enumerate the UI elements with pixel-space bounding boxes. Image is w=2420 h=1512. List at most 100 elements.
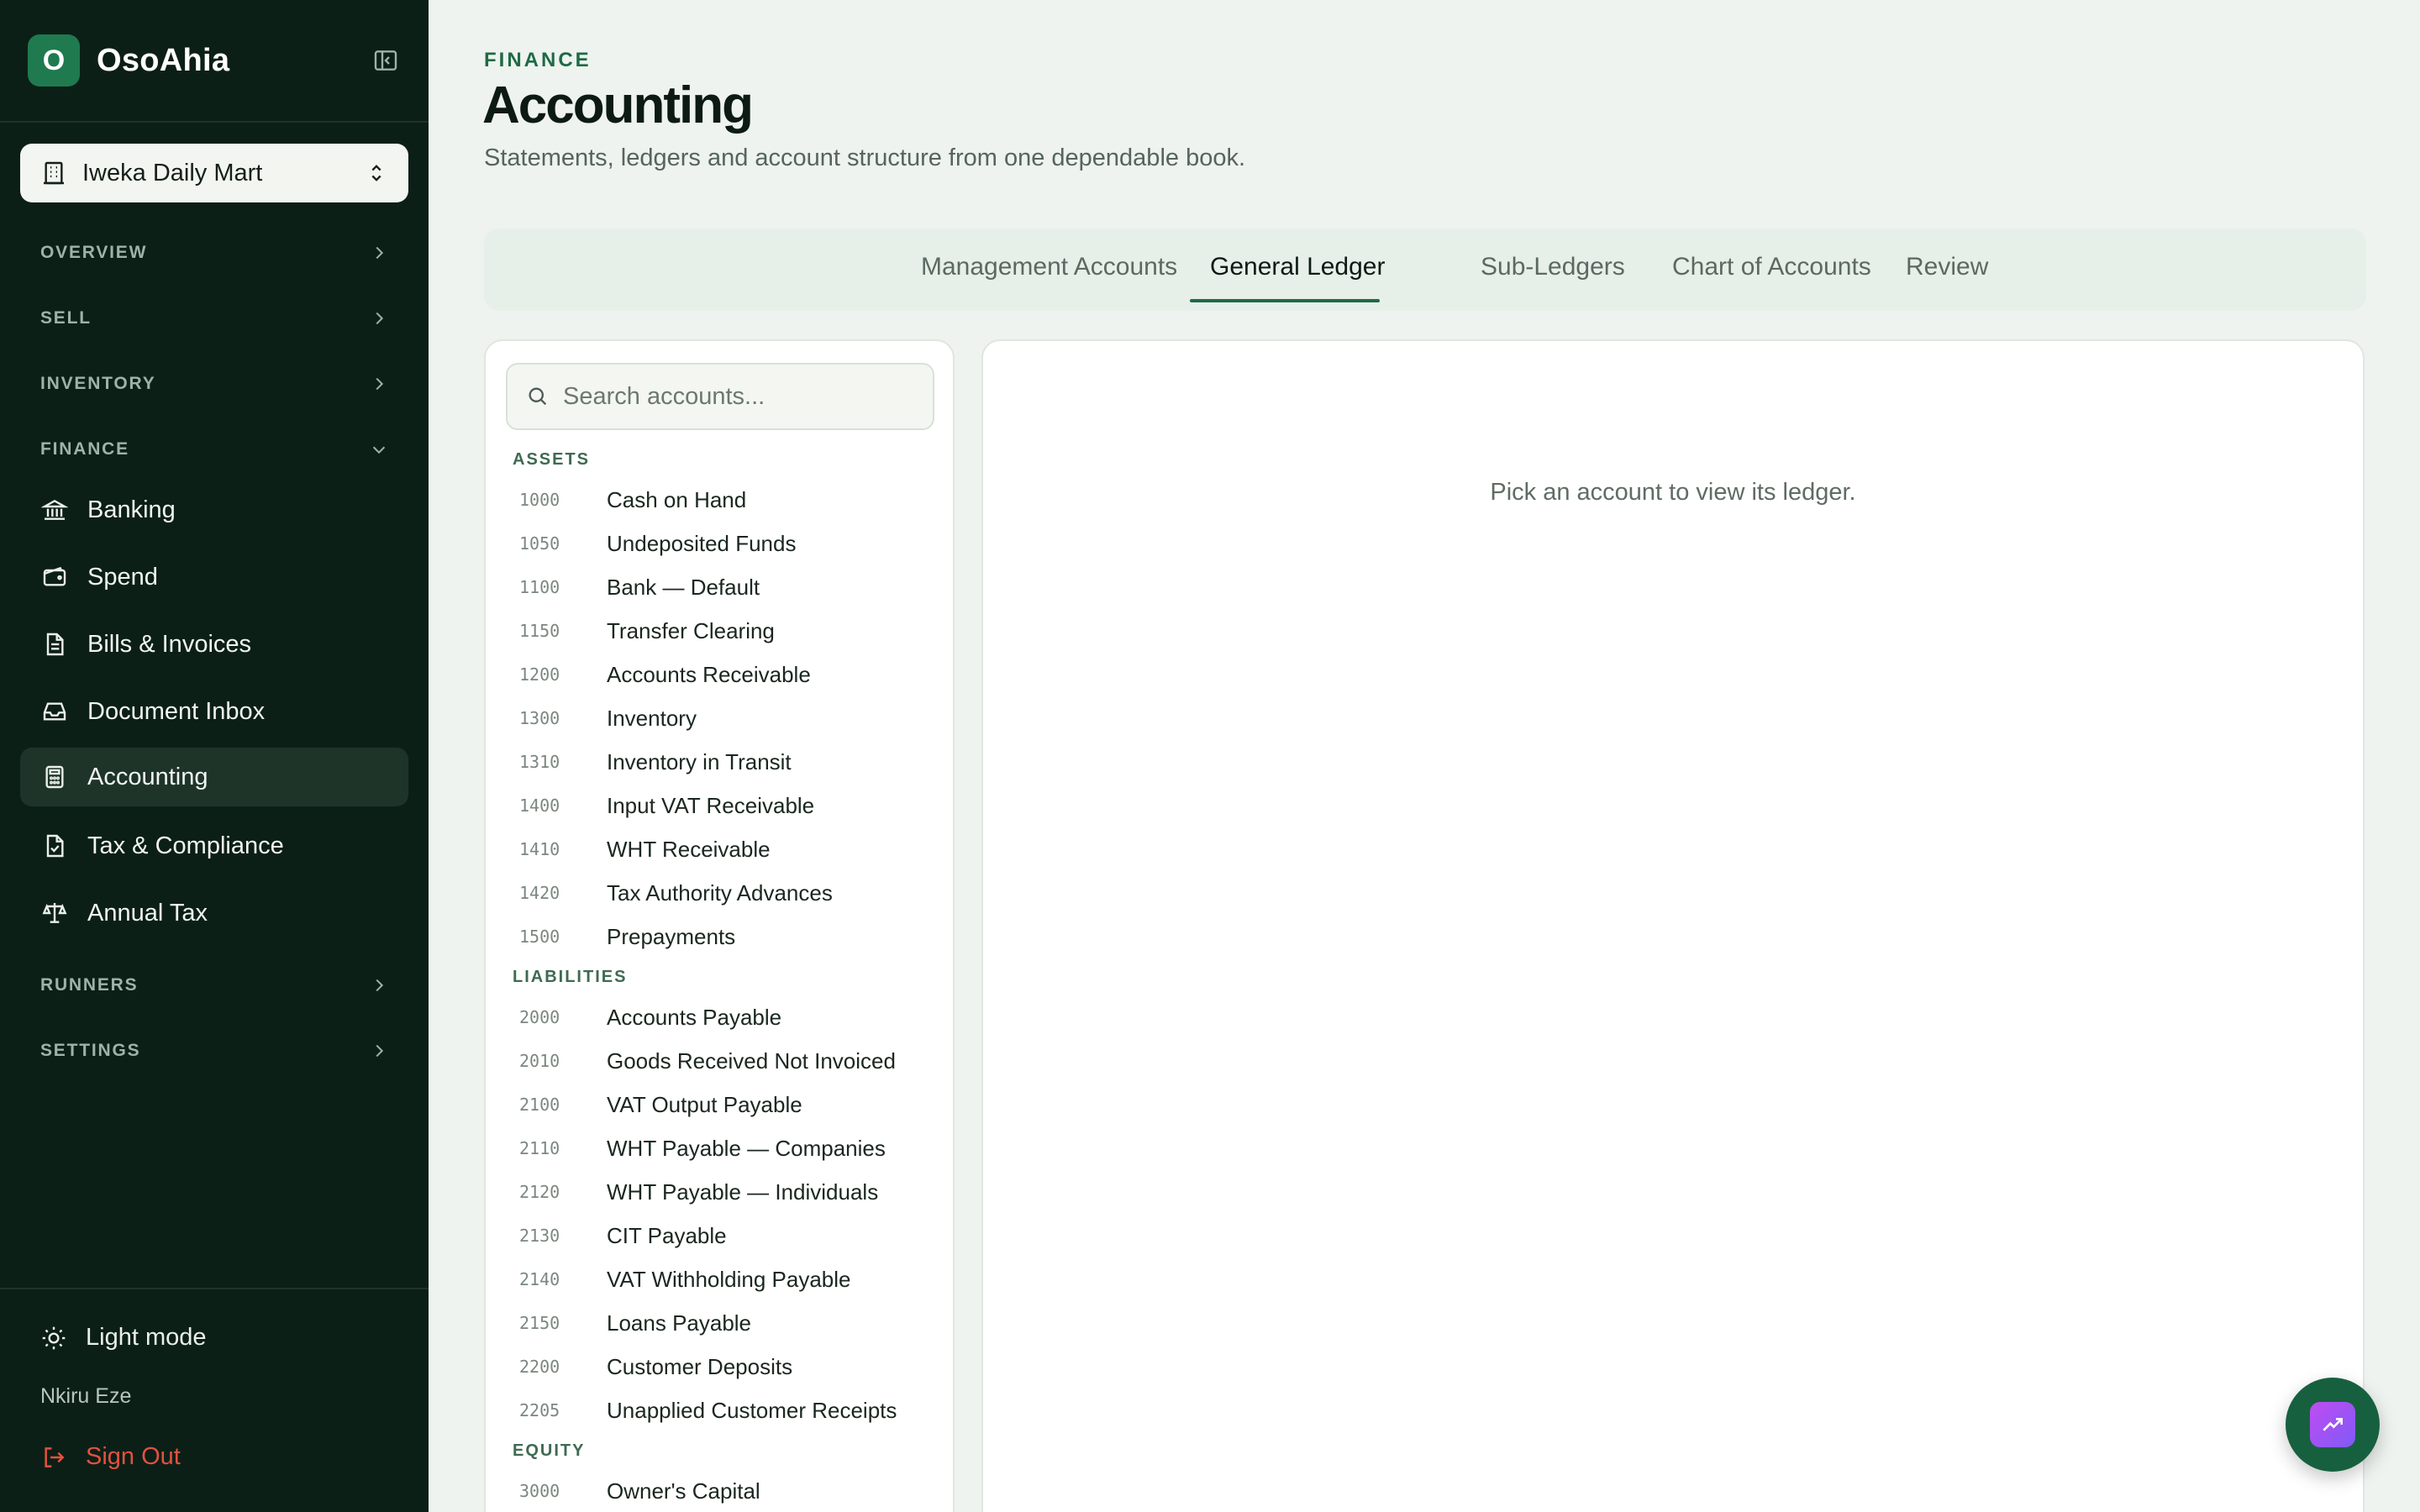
- account-code: 1100: [519, 577, 560, 597]
- sidebar-item-document-inbox[interactable]: Document Inbox: [20, 682, 408, 741]
- search-input[interactable]: [563, 382, 916, 411]
- calculator-icon: [40, 763, 69, 791]
- account-row[interactable]: 1400 Input VAT Receivable: [519, 785, 814, 827]
- chevron-up-down-icon: [371, 165, 381, 181]
- page-title: Accounting: [482, 76, 754, 134]
- account-name: Transfer Clearing: [607, 617, 775, 643]
- account-code: 1200: [519, 664, 560, 685]
- sidebar-item-tax-compliance[interactable]: Tax & Compliance: [20, 816, 408, 875]
- sidebar-divider: [0, 1288, 429, 1289]
- assistant-fab[interactable]: [2286, 1378, 2380, 1472]
- account-row[interactable]: 2200 Customer Deposits: [519, 1346, 792, 1388]
- tab-label: Review: [1906, 253, 1989, 281]
- chevron-right-icon: [376, 246, 384, 260]
- account-row[interactable]: 1200 Accounts Receivable: [519, 654, 811, 696]
- section-settings[interactable]: SETTINGS: [40, 1034, 388, 1068]
- section-runners[interactable]: RUNNERS: [40, 969, 388, 1002]
- account-row[interactable]: 1420 Tax Authority Advances: [519, 872, 833, 914]
- tab-label: General Ledger: [1210, 253, 1386, 281]
- account-name: VAT Withholding Payable: [607, 1266, 851, 1292]
- sidebar-item-annual-tax[interactable]: Annual Tax: [20, 884, 408, 942]
- account-code: 2120: [519, 1182, 560, 1202]
- account-name: WHT Receivable: [607, 836, 771, 862]
- section-sell[interactable]: SELL: [40, 302, 388, 335]
- account-row[interactable]: 1310 Inventory in Transit: [519, 741, 792, 783]
- account-row[interactable]: 1000 Cash on Hand: [519, 479, 746, 521]
- section-overview[interactable]: OVERVIEW: [40, 236, 388, 270]
- account-row[interactable]: 2000 Accounts Payable: [519, 996, 781, 1038]
- wallet-icon: [40, 563, 69, 591]
- account-code: 1300: [519, 708, 560, 728]
- section-inventory[interactable]: INVENTORY: [40, 367, 388, 401]
- tab-review[interactable]: Review: [1886, 228, 2008, 306]
- account-code: 1050: [519, 533, 560, 554]
- store-name: Iweka Daily Mart: [82, 159, 263, 186]
- account-row[interactable]: 2010 Goods Received Not Invoiced: [519, 1040, 896, 1082]
- sidebar: O OsoAhia Iweka Daily Mart OVERVIEW SELL…: [0, 0, 429, 1512]
- chevron-right-icon: [376, 1044, 384, 1058]
- section-sell-label: SELL: [40, 308, 92, 328]
- store-selector[interactable]: Iweka Daily Mart: [20, 144, 408, 202]
- tab-sub-ledgers[interactable]: Sub-Ledgers: [1460, 228, 1645, 306]
- ledger-empty-message: Pick an account to view its ledger.: [1490, 479, 1856, 506]
- sidebar-item-accounting[interactable]: Accounting: [20, 748, 408, 806]
- building-icon: [44, 161, 64, 185]
- sidebar-item-label: Document Inbox: [87, 697, 266, 725]
- brand-logo: O: [28, 34, 80, 87]
- account-row[interactable]: 1500 Prepayments: [519, 916, 735, 958]
- account-row[interactable]: 1050 Undeposited Funds: [519, 522, 796, 564]
- sidebar-item-bills-invoices[interactable]: Bills & Invoices: [20, 615, 408, 674]
- sidebar-item-label: Accounting: [87, 763, 208, 790]
- account-name: Inventory in Transit: [607, 748, 792, 774]
- account-name: WHT Payable — Individuals: [607, 1179, 879, 1205]
- account-row[interactable]: 2205 Unapplied Customer Receipts: [519, 1389, 897, 1431]
- chevron-down-icon: [372, 446, 386, 454]
- account-row[interactable]: 2120 WHT Payable — Individuals: [519, 1171, 878, 1213]
- account-name: Inventory: [607, 705, 697, 731]
- account-row[interactable]: 1300 Inventory: [519, 697, 697, 739]
- account-row[interactable]: 2150 Loans Payable: [519, 1302, 751, 1344]
- account-row[interactable]: 1150 Transfer Clearing: [519, 610, 775, 652]
- document-icon: [40, 630, 69, 659]
- chevron-right-icon: [376, 377, 384, 391]
- account-name: Accounts Receivable: [607, 661, 811, 687]
- account-row[interactable]: 1100 Bank — Default: [519, 566, 760, 608]
- sidebar-toggle-icon: [374, 50, 397, 71]
- sidebar-item-banking[interactable]: Banking: [20, 480, 408, 539]
- account-name: Prepayments: [607, 923, 736, 949]
- account-row[interactable]: 3000 Owner's Capital: [519, 1470, 760, 1512]
- user-name: Nkiru Eze: [40, 1384, 132, 1408]
- sign-out-button[interactable]: Sign Out: [40, 1443, 181, 1471]
- account-name: WHT Payable — Companies: [607, 1135, 886, 1161]
- tab-general-ledger[interactable]: General Ledger: [1190, 228, 1405, 306]
- sidebar-item-label: Bills & Invoices: [87, 630, 252, 658]
- file-check-icon: [40, 832, 69, 860]
- account-row[interactable]: 2140 VAT Withholding Payable: [519, 1258, 851, 1300]
- sign-out-icon: [45, 1446, 65, 1467]
- account-list-panel: ASSETS 1000 Cash on Hand 1050 Undeposited Fu…: [484, 339, 955, 1512]
- bank-icon: [40, 496, 69, 524]
- account-code: 2010: [519, 1051, 560, 1071]
- account-row[interactable]: 1410 WHT Receivable: [519, 828, 771, 870]
- sidebar-item-label: Spend: [87, 563, 158, 591]
- tab-label: Sub-Ledgers: [1481, 253, 1625, 281]
- light-mode-toggle[interactable]: Light mode: [40, 1324, 207, 1352]
- section-finance-label: FINANCE: [40, 439, 129, 459]
- account-name: Owner's Capital: [607, 1478, 760, 1504]
- account-code: 1420: [519, 883, 560, 903]
- tab-chart-of-accounts[interactable]: Chart of Accounts: [1652, 228, 1891, 306]
- account-name: Customer Deposits: [607, 1353, 793, 1379]
- account-row[interactable]: 2100 VAT Output Payable: [519, 1084, 802, 1126]
- account-name: Undeposited Funds: [607, 530, 797, 556]
- account-code: 1310: [519, 752, 560, 772]
- account-search[interactable]: [506, 363, 934, 430]
- sidebar-item-spend[interactable]: Spend: [20, 548, 408, 606]
- trend-line-icon: [2323, 1418, 2343, 1431]
- account-row[interactable]: 2110 WHT Payable — Companies: [519, 1127, 886, 1169]
- collapse-sidebar-button[interactable]: [371, 45, 401, 76]
- tab-management-accounts[interactable]: Management Accounts: [901, 228, 1197, 306]
- main-content: FINANCE Accounting Statements, ledgers a…: [429, 0, 2420, 1512]
- section-finance[interactable]: FINANCE: [40, 433, 388, 466]
- account-row[interactable]: 2130 CIT Payable: [519, 1215, 727, 1257]
- account-name: Loans Payable: [607, 1310, 752, 1336]
